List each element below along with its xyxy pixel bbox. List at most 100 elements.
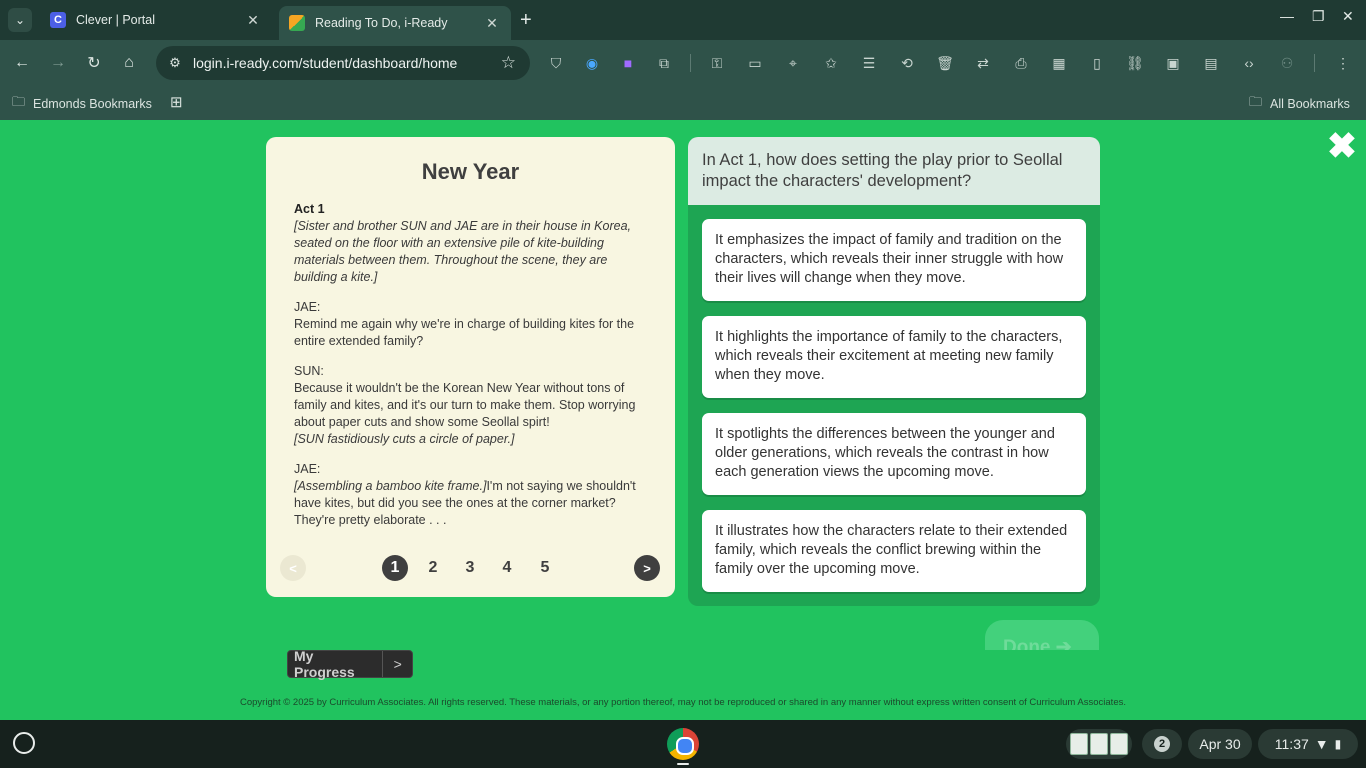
tab-search-dropdown-icon[interactable]: ⌄ <box>8 8 32 32</box>
puzzle-extensions-icon[interactable]: ⧉ <box>654 53 674 73</box>
more-menu-icon[interactable]: ⋮ <box>1333 53 1353 73</box>
dialogue-line: Because it wouldn't be the Korean New Ye… <box>294 381 636 429</box>
cast-device-icon[interactable]: ▣ <box>1163 53 1183 73</box>
dialogue-line: [Assembling a bamboo kite frame.]I'm not… <box>294 478 650 529</box>
incognito-icon[interactable]: ⚇ <box>1277 53 1297 73</box>
screenshot-thumbnail <box>1110 733 1128 755</box>
bookmark-all[interactable]: 🗀 All Bookmarks <box>1249 93 1350 115</box>
screenshot-thumbnail <box>1090 733 1108 755</box>
speaker-label: SUN: <box>294 364 324 378</box>
passage-panel: New Year Act 1 [Sister and brother SUN a… <box>266 137 675 597</box>
system-shelf: 2 Apr 30 11:37 ▼ ▮ <box>0 720 1366 768</box>
reload-icon[interactable]: ↻ <box>83 52 105 74</box>
page-5-button[interactable]: 5 <box>532 555 558 581</box>
address-bar[interactable]: ⚙ login.i-ready.com/student/dashboard/ho… <box>156 46 530 80</box>
copyright-notice: Copyright © 2025 by Curriculum Associate… <box>240 697 1126 708</box>
page-4-button[interactable]: 4 <box>494 555 520 581</box>
bookmark-edmonds[interactable]: 🗀 Edmonds Bookmarks <box>12 93 152 115</box>
date-tray[interactable]: Apr 30 <box>1188 729 1252 759</box>
holding-space-thumbnails[interactable] <box>1066 729 1132 759</box>
forward-icon[interactable]: → <box>47 52 69 74</box>
restore-window-icon[interactable]: ❐ <box>1312 8 1325 25</box>
star-icon[interactable]: ✩ <box>821 53 841 73</box>
launcher-icon[interactable] <box>13 732 35 754</box>
page-1-button[interactable]: 1 <box>382 555 408 581</box>
trash-icon[interactable]: 🗑 <box>935 53 955 73</box>
notification-tray[interactable]: 2 <box>1142 729 1182 759</box>
done-button[interactable]: Done ➔ <box>985 620 1099 650</box>
answer-choice-3[interactable]: It spotlights the differences between th… <box>702 413 1086 495</box>
tab-title: Clever | Portal <box>76 13 155 27</box>
speaker-label: JAE: <box>294 462 321 476</box>
minimize-icon[interactable]: — <box>1280 8 1294 24</box>
bookmark-star-icon[interactable]: ☆ <box>501 53 516 73</box>
translate-icon[interactable]: ⇄ <box>973 53 993 73</box>
stage-direction: [Assembling a bamboo kite frame.] <box>294 479 487 493</box>
question-panel: In Act 1, how does setting the play prio… <box>688 137 1100 606</box>
answer-choice-4[interactable]: It illustrates how the characters relate… <box>702 510 1086 592</box>
next-page-button[interactable]: > <box>634 555 660 581</box>
tab-clever-portal[interactable]: C Clever | Portal ✕ <box>40 6 272 34</box>
apps-grid-icon[interactable]: ⊞ <box>170 93 183 111</box>
fw-extension-icon[interactable]: ■ <box>618 53 638 73</box>
my-progress-arrow-icon: > <box>393 656 402 672</box>
tab-reading-to-do[interactable]: Reading To Do, i-Ready ✕ <box>279 6 511 40</box>
stage-direction: [Sister and brother SUN and JAE are in t… <box>294 219 631 284</box>
back-icon[interactable]: ← <box>11 52 33 74</box>
passage-pager: < 1 2 3 4 5 > <box>266 553 675 583</box>
previous-page-button[interactable]: < <box>280 555 306 581</box>
chrome-app-icon[interactable] <box>667 728 699 760</box>
link-icon[interactable]: ⛓ <box>1125 53 1145 73</box>
app-running-indicator <box>677 763 689 765</box>
tab-close-icon[interactable]: ✕ <box>483 15 501 32</box>
date-label: Apr 30 <box>1199 736 1241 752</box>
site-info-icon[interactable]: ⚙ <box>166 54 184 72</box>
page-2-button[interactable]: 2 <box>420 555 446 581</box>
time-label: 11:37 <box>1274 736 1309 752</box>
toolbar-divider <box>690 54 691 72</box>
code-icon[interactable]: ‹› <box>1239 53 1259 73</box>
folder-icon: 🗀 <box>12 94 26 109</box>
status-tray[interactable]: 11:37 ▼ ▮ <box>1258 729 1358 759</box>
bookmark-label: Edmonds Bookmarks <box>33 97 152 111</box>
act-heading: Act 1 <box>294 202 325 216</box>
answer-choice-2[interactable]: It highlights the importance of family t… <box>702 316 1086 398</box>
url-text[interactable]: login.i-ready.com/student/dashboard/home <box>193 55 457 71</box>
tab-title: Reading To Do, i-Ready <box>315 16 448 30</box>
bookmarks-bar: 🗀 Edmonds Bookmarks ⊞ 🗀 All Bookmarks <box>0 86 1366 120</box>
shield-extension-icon[interactable]: ⛉ <box>546 53 566 73</box>
qr-code-icon[interactable]: ▦ <box>1049 53 1069 73</box>
close-lesson-icon[interactable]: ✖ <box>1326 128 1358 164</box>
browser-toolbar: ← → ↻ ⌂ ⚙ login.i-ready.com/student/dash… <box>0 40 1366 86</box>
toolbar-divider <box>1314 54 1315 72</box>
my-progress-label: My Progress <box>288 648 384 680</box>
tab-close-icon[interactable]: ✕ <box>244 12 262 29</box>
new-tab-icon[interactable]: + <box>520 9 532 32</box>
side-panel-icon[interactable]: ▤ <box>1201 53 1221 73</box>
page-3-button[interactable]: 3 <box>457 555 483 581</box>
reading-mode-icon[interactable]: ▯ <box>1087 53 1107 73</box>
key-icon[interactable]: ⚿ <box>707 53 727 73</box>
battery-icon: ▮ <box>1334 737 1342 751</box>
credit-card-icon[interactable]: ▭ <box>745 53 765 73</box>
location-pin-icon[interactable]: ⌖ <box>783 53 803 73</box>
reading-list-icon[interactable]: ☰ <box>859 53 879 73</box>
question-prompt: In Act 1, how does setting the play prio… <box>688 137 1100 205</box>
close-window-icon[interactable]: ✕ <box>1342 8 1354 25</box>
my-progress-button[interactable]: My Progress > <box>287 648 413 680</box>
print-icon[interactable]: ⎙ <box>1011 53 1031 73</box>
stage-direction: [SUN fastidiously cuts a circle of paper… <box>294 432 515 446</box>
notification-count: 2 <box>1154 736 1170 752</box>
clever-favicon-icon: C <box>50 12 66 28</box>
browser-tab-bar: ⌄ C Clever | Portal ✕ Reading To Do, i-R… <box>0 0 1366 40</box>
wifi-icon: ▼ <box>1314 736 1329 752</box>
dialogue-line: Remind me again why we're in charge of b… <box>294 317 635 348</box>
vpn-extension-icon[interactable]: ◉ <box>582 53 602 73</box>
history-icon[interactable]: ⟲ <box>897 53 917 73</box>
screenshot-thumbnail <box>1070 733 1088 755</box>
passage-text: Act 1 [Sister and brother SUN and JAE ar… <box>294 201 650 529</box>
folder-icon: 🗀 <box>1249 94 1263 109</box>
speaker-label: JAE: <box>294 300 321 314</box>
home-icon[interactable]: ⌂ <box>118 52 140 74</box>
answer-choice-1[interactable]: It emphasizes the impact of family and t… <box>702 219 1086 301</box>
